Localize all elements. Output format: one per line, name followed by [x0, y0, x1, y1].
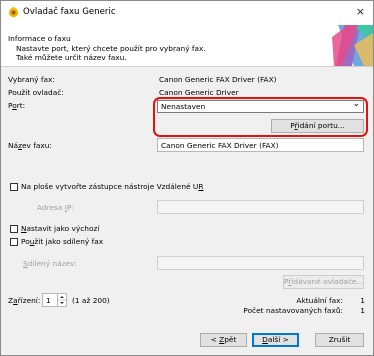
devices-label: Zařízení:	[8, 296, 41, 305]
remote-ui-shortcut-label[interactable]: Na ploše vytvořte zástupce nástroje Vzdá…	[21, 182, 203, 191]
header-title: Informace o faxu	[8, 34, 71, 43]
driver-app-icon	[8, 7, 19, 18]
shared-fax-label[interactable]: Použít jako sdílený fax	[21, 237, 103, 246]
port-highlight-ring	[153, 97, 368, 137]
selected-fax-value: Canon Generic FAX Driver (FAX)	[159, 75, 277, 84]
spinner-buttons[interactable]	[57, 294, 66, 306]
set-default-label[interactable]: Nastavit jako výchozí	[21, 224, 99, 233]
shared-fax-checkbox[interactable]	[10, 238, 18, 246]
title-bar: Ovladač faxu Generic ×	[1, 1, 373, 25]
header-decoration-graphic	[332, 25, 373, 66]
remote-ui-shortcut-checkbox[interactable]	[10, 183, 18, 191]
driver-value: Canon Generic Driver	[159, 88, 239, 97]
window-title: Ovladač faxu Generic	[23, 7, 116, 17]
set-default-checkbox[interactable]	[10, 225, 18, 233]
devices-count-spinner[interactable]: 1	[42, 293, 67, 307]
set-faxes-count-label: Počet nastavovaných faxů:	[243, 306, 343, 315]
current-fax-label: Aktuální fax:	[296, 296, 343, 305]
spinner-arrows-icon	[58, 296, 66, 304]
shared-name-label: Sdílený název:	[23, 259, 77, 268]
selected-fax-label: Vybraný fax:	[8, 75, 55, 84]
driver-label: Použít ovladač:	[8, 88, 64, 97]
devices-count-value: 1	[46, 296, 51, 305]
ip-address-label: Adresa IP:	[37, 203, 74, 212]
cancel-button[interactable]: Zrušit	[315, 333, 364, 347]
close-icon[interactable]: ×	[356, 5, 365, 18]
header-description-line2: Také můžete určit název faxu.	[16, 53, 127, 62]
header-description-line1: Nastavte port, který chcete použít pro v…	[16, 44, 206, 53]
back-button[interactable]: < Zpět	[200, 333, 247, 347]
fax-name-value: Canon Generic FAX Driver (FAX)	[161, 141, 279, 150]
fax-driver-dialog: Ovladač faxu Generic × Informace o faxu …	[0, 0, 374, 356]
set-faxes-count-value: 1	[360, 306, 365, 315]
port-label: Port:	[8, 101, 26, 110]
next-button[interactable]: Další >	[252, 333, 299, 347]
current-fax-value: 1	[360, 296, 365, 305]
additional-drivers-button[interactable]: Přidávané ovladače...	[283, 275, 364, 289]
wizard-header: Informace o faxu Nastavte port, který ch…	[1, 25, 373, 67]
devices-range: (1 až 200)	[72, 296, 110, 305]
fax-name-label: Název faxu:	[8, 141, 52, 150]
fax-name-input[interactable]: Canon Generic FAX Driver (FAX)	[157, 138, 364, 152]
ip-address-input[interactable]	[157, 200, 364, 214]
shared-name-input[interactable]	[157, 256, 364, 270]
